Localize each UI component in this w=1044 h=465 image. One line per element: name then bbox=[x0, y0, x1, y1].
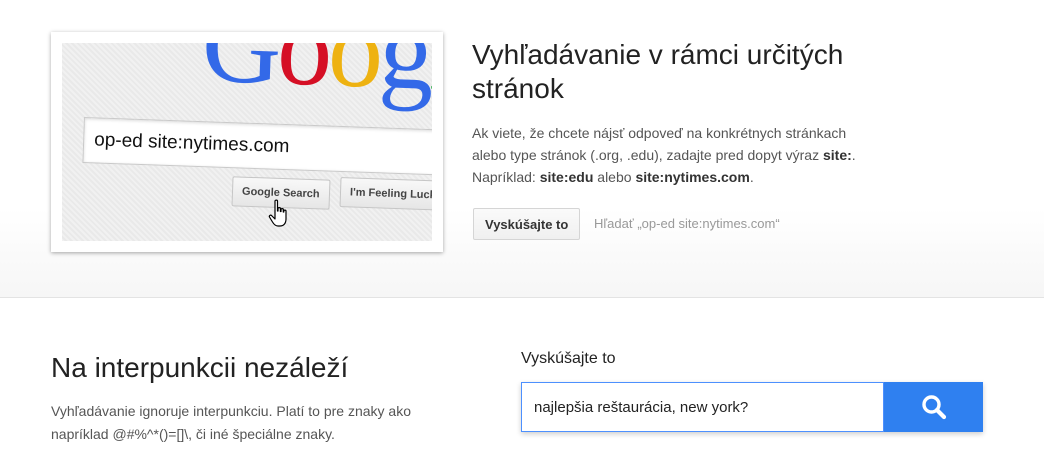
site-search-title: Vyhľadávanie v rámci určitých stránok bbox=[472, 39, 844, 104]
desc-text: . bbox=[749, 169, 754, 185]
site-search-description: Ak viete, že chcete nájsť odpoveď na kon… bbox=[472, 122, 872, 188]
search-button[interactable] bbox=[884, 382, 983, 432]
desc-text: alebo bbox=[593, 169, 636, 185]
search-input[interactable] bbox=[521, 382, 884, 432]
illustration-lucky-button: I'm Feeling Lucky bbox=[339, 177, 432, 211]
punctuation-title: Na interpunkcii nezáleží bbox=[51, 352, 349, 383]
desc-operator: site: bbox=[822, 147, 852, 163]
desc-example: site:nytimes.com bbox=[635, 169, 750, 185]
try-it-hint: Hľadať „op-ed site:nytimes.com“ bbox=[594, 216, 780, 231]
hand-cursor-icon bbox=[268, 199, 287, 227]
punctuation-description: Vyhľadávanie ignoruje interpunkciu. Plat… bbox=[51, 403, 412, 442]
search-icon bbox=[921, 395, 946, 420]
illustration-search-box: op-ed site:nytimes.com bbox=[82, 117, 432, 176]
demo-search-box bbox=[521, 382, 983, 432]
illustration-query: op-ed site:nytimes.com bbox=[93, 129, 290, 158]
illustration-card: Googl op-ed site:nytimes.com Google Sear… bbox=[51, 32, 443, 252]
try-it-button[interactable]: Vyskúšajte to bbox=[473, 208, 581, 240]
google-logo-fragment: Googl bbox=[199, 43, 432, 114]
try-it-label: Vyskúšajte to bbox=[521, 350, 616, 367]
illustration-screenshot: Googl op-ed site:nytimes.com Google Sear… bbox=[62, 43, 432, 241]
desc-text: Ak viete, že chcete nájsť odpoveď na kon… bbox=[472, 125, 847, 163]
desc-example: site:edu bbox=[539, 169, 594, 185]
